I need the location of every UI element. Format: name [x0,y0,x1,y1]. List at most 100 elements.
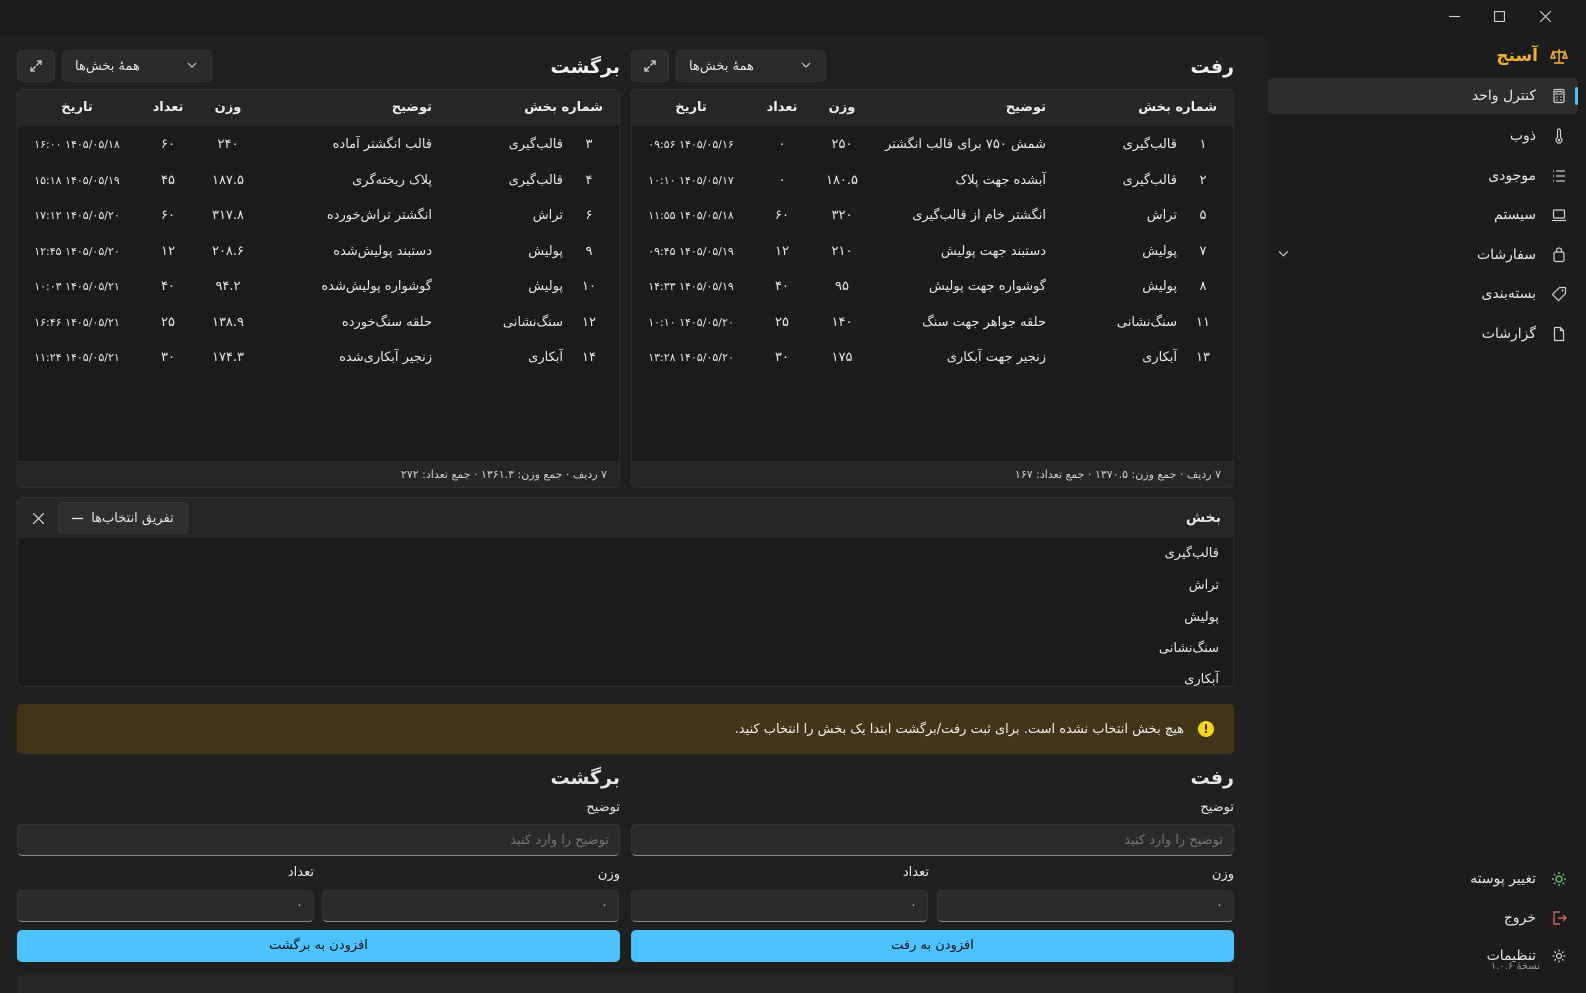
sun-icon [1550,870,1568,888]
sidebar-item-reports[interactable]: گزارشات [1268,316,1578,352]
add-to-returning-button[interactable]: افزودن به برگشت [17,930,620,962]
returning-count-input[interactable]: ۰ [17,890,314,922]
weight-cell: ۹۴.۲ [215,279,241,294]
table-row[interactable]: ۱ قالب‌گیری شمش ۷۵۰ برای قالب انگشتر ۲۵۰ ۰ ۱۴… [632,127,1233,163]
column-header[interactable]: شماره بخش [1107,90,1217,126]
table-row[interactable]: ۳ قالب‌گیری قالب انگشتر آماده ۲۴۰ ۶۰ ۱۴۰۵/۰۵/… [18,127,619,163]
returning-description-input[interactable] [17,824,620,856]
sidebar-item-packaging[interactable]: بسته‌بندی [1268,276,1578,312]
weight-cell: ۱۷۴.۳ [211,350,245,365]
sidebar-item-label: موجودی [1488,168,1536,184]
section-name-cell: سنگ‌نشانی [1116,314,1177,330]
section-list-header: بخش تفریق انتخاب‌ها [18,498,1233,538]
outgoing-desc-label: توضیح [1200,800,1234,815]
count-cell: ۰ [778,172,786,188]
scale-icon [1550,49,1568,64]
column-header[interactable]: شماره بخش [493,90,603,126]
section-number-cell: ۷ [1199,243,1207,259]
warning-text: هیچ بخش انتخاب نشده است. برای ثبت رفت/بر… [734,721,1184,737]
section-item[interactable]: پولیش [1184,603,1219,633]
date-cell: ۱۴۰۵/۰۵/۱۹ ۰۹:۴۵ [648,244,734,258]
table-row[interactable]: ۵ تراش انگشتر خام از قالب‌گیری ۳۲۰ ۶۰ ۱۴۰۵/۰۵… [632,198,1233,234]
count-cell: ۴۵ [161,172,175,188]
date-cell: ۱۴۰۵/۰۵/۱۹ ۱۵:۱۸ [34,173,120,187]
section-name-cell: پولیش [528,279,563,294]
weight-cell: ۲۱۰ [831,243,853,259]
table-row[interactable]: ۸ پولیش گوشواره جهت پولیش ۹۵ ۴۰ ۱۴۰۵/۰۵/۱۹ ۱۴… [632,269,1233,305]
sidebar-item-system[interactable]: سیستم [1268,197,1578,233]
outgoing-weight-input[interactable]: ۰ [937,890,1234,922]
section-number-cell: ۶ [585,208,593,223]
filter-value: همهٔ بخش‌ها [75,58,140,74]
section-name-cell: قالب‌گیری [508,172,563,188]
add-to-outgoing-button[interactable]: افزودن به رفت [631,930,1234,962]
section-item[interactable]: سنگ‌نشانی [1159,634,1219,664]
clear-selection-label: تفریق انتخاب‌ها [91,510,174,526]
section-name-cell: پولیش [1142,243,1177,259]
outgoing-section-filter[interactable]: همهٔ بخش‌ها [676,50,826,82]
column-header[interactable]: تعداد [147,90,189,126]
maximize-button[interactable] [1479,4,1519,28]
sidebar-item-melting[interactable]: ذوب [1268,118,1578,154]
date-cell: ۱۴۰۵/۰۵/۲۰ ۱۷:۱۲ [34,209,120,222]
table-row[interactable]: ۶ تراش انگشتر تراش‌خورده ۳۱۷.۸ ۶۰ ۱۴۰۵/۰۵/۲۰ … [18,198,619,234]
weight-cell: ۳۲۰ [831,208,853,223]
date-cell: ۱۴۰۵/۰۵/۲۱ ۱۶:۴۶ [34,315,120,329]
minimize-icon [1448,15,1460,17]
section-number-cell: ۱۱ [1196,314,1210,330]
clear-selection-button[interactable]: تفریق انتخاب‌ها [58,502,188,534]
date-cell: ۱۴۰۵/۰۵/۱۷ ۱۰:۱۰ [648,173,734,187]
section-number-cell: ۳ [585,137,593,152]
warning-icon: ! [1198,721,1214,737]
table-row[interactable]: ۹ پولیش دستبند پولیش‌شده ۲۰۸.۶ ۱۲ ۱۴۰۵/۰۵/۲۰ … [18,234,619,270]
table-row[interactable]: ۱۱ سنگ‌نشانی حلقه جواهر جهت سنگ ۱۴۰ ۲۵ ۱۴۰۵/۰… [632,305,1233,341]
close-section-button[interactable] [28,508,48,528]
minimize-button[interactable] [1434,4,1474,28]
section-name-cell: پولیش [528,243,563,259]
returning-weight-input[interactable]: ۰ [322,890,619,922]
version-label: نسخهٔ ۱.۰.۶ [1490,961,1540,972]
close-window-button[interactable] [1525,4,1565,28]
sidebar-item-inventory[interactable]: موجودی [1268,158,1578,194]
returning-expand-button[interactable] [17,50,55,82]
section-list: بخش تفریق انتخاب‌ها قالب‌گیری تراش پولیش… [17,497,1234,687]
sidebar-item-label: سفارشات [1476,247,1536,263]
chevron-down-icon[interactable] [1278,247,1289,263]
section-item[interactable]: قالب‌گیری [1165,539,1219,569]
column-header[interactable]: وزن [203,90,253,126]
table-row[interactable]: ۱۴ آبکاری زنجیر آبکاری‌شده ۱۷۴.۳ ۳۰ ۱۴۰۵/۰۵/۲… [18,340,619,376]
weight-cell: ۱۸۷.۵ [211,172,245,188]
table-row[interactable]: ۱۰ پولیش گوشواره پولیش‌شده ۹۴.۲ ۴۰ ۱۴۰۵/۰۵/۲۱… [18,269,619,305]
section-item[interactable]: تراش [1189,571,1219,601]
sidebar-item-theme[interactable]: تغییر پوسته [1268,861,1578,897]
returning-section-filter[interactable]: همهٔ بخش‌ها [62,50,212,82]
column-header[interactable]: وزن [817,90,867,126]
section-number-cell: ۴ [585,172,593,188]
warning-banner: ! هیچ بخش انتخاب نشده است. برای ثبت رفت/… [17,704,1234,754]
close-icon [1539,10,1551,22]
returning-table: شماره بخش توضیح وزن تعداد تاریخ ۳ قالب‌گی… [17,89,620,488]
column-header[interactable]: تاریخ [635,90,747,126]
section-item[interactable]: آبکاری [1184,665,1219,686]
column-header[interactable]: تعداد [761,90,803,126]
sidebar-item-unit-control[interactable]: کنترل واحد [1268,78,1578,114]
list-icon [1550,167,1568,185]
date-cell: ۱۴۰۵/۰۵/۲۰ ۱۲:۴۵ [34,244,120,258]
outgoing-description-input[interactable] [631,824,1234,856]
table-row[interactable]: ۱۳ آبکاری زنجیر جهت آبکاری ۱۷۵ ۳۰ ۱۴۰۵/۰۵/۲۰ … [632,340,1233,376]
table-row[interactable]: ۷ پولیش دستبند جهت پولیش ۲۱۰ ۱۲ ۱۴۰۵/۰۵/۱۹ ۰۹… [632,234,1233,270]
sidebar-item-label: کنترل واحد [1471,88,1536,104]
brand-name: آسنج [1496,46,1538,66]
sidebar-item-label: گزارشات [1481,326,1536,342]
weight-cell: ۱۷۵ [831,350,853,365]
column-header[interactable]: تاریخ [21,90,133,126]
app-window: آسنج کنترل واحد ذوب موجودی سیستم سفارشات… [0,0,1586,993]
sidebar-item-orders[interactable]: سفارشات [1268,237,1578,273]
table-row[interactable]: ۱۲ سنگ‌نشانی حلقه سنگ‌خورده ۱۳۸.۹ ۲۵ ۱۴۰۵/۰۵/… [18,305,619,341]
outgoing-count-input[interactable]: ۰ [631,890,928,922]
sidebar-item-logout[interactable]: خروج [1268,900,1578,936]
main-content: رفت همهٔ بخش‌ها برگشت همهٔ بخش‌ها شماره … [0,34,1268,993]
outgoing-expand-button[interactable] [631,50,669,82]
table-row[interactable]: ۲ قالب‌گیری آبشده جهت پلاک ۱۸۰.۵ ۰ ۱۴۰۵/۰۵/۱۷… [632,163,1233,199]
table-row[interactable]: ۴ قالب‌گیری پلاک ریخته‌گری ۱۸۷.۵ ۴۵ ۱۴۰۵/۰۵/۱… [18,163,619,199]
